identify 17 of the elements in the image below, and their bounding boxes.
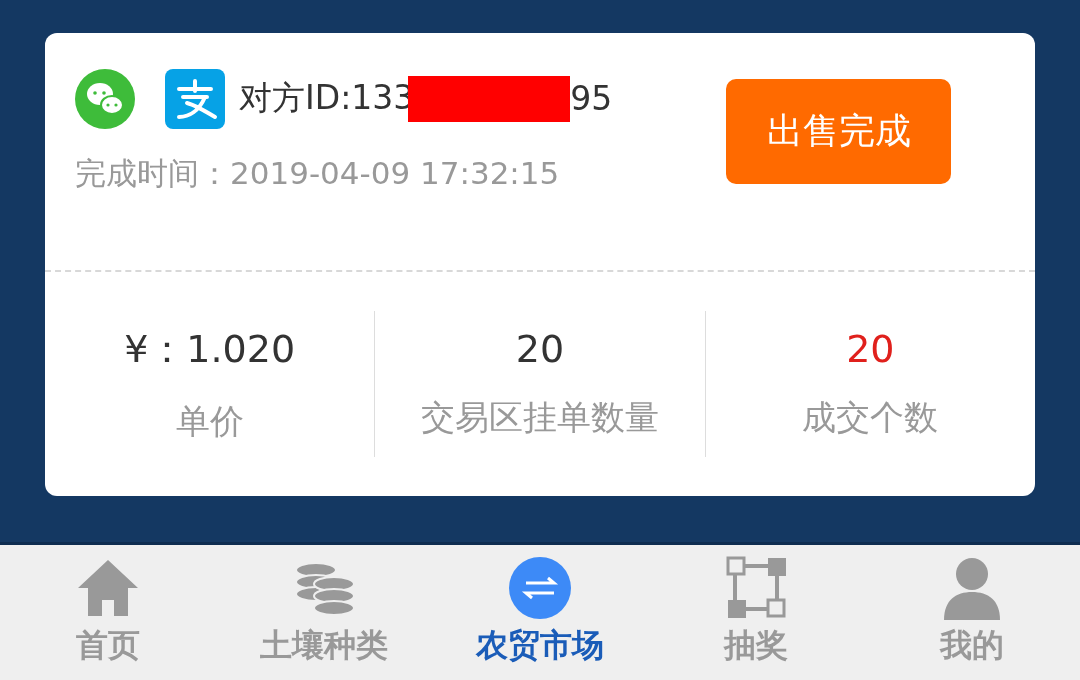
completion-time: 完成时间：2019-04-09 17:32:15: [75, 153, 561, 193]
nav-tab[interactable]: 土壤种类: [216, 545, 432, 680]
nav-tab[interactable]: 抽奖: [648, 545, 864, 680]
counterparty-id-suffix: 95: [570, 79, 613, 118]
stat-value: ¥：1.020: [124, 325, 296, 373]
status-button[interactable]: 出售完成: [726, 79, 951, 184]
exchange-icon: [506, 556, 574, 620]
stat-label: 交易区挂单数量: [421, 396, 659, 439]
stat-label: 单价: [175, 399, 244, 443]
nav-tab[interactable]: 我的: [864, 545, 1080, 680]
stat-label: 成交个数: [802, 396, 939, 439]
chat-bubbles-icon: [75, 68, 135, 129]
nav-tab[interactable]: 首页: [0, 545, 216, 680]
nav-tab[interactable]: 农贸市场: [432, 545, 648, 680]
stat-value: 20: [846, 327, 895, 371]
payment-app-icon: [165, 68, 225, 129]
stat-value: 20: [515, 327, 565, 371]
